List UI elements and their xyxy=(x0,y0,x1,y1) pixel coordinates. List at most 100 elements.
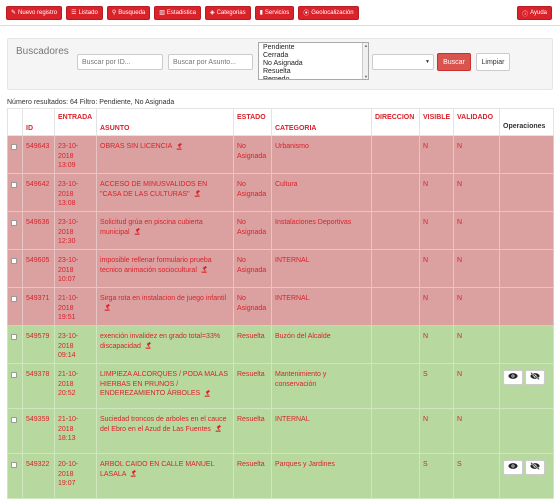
header-validado[interactable]: VALIDADO xyxy=(453,108,500,136)
estado-multiselect[interactable]: PendienteCerradaNo AsignadaResueltaRemed… xyxy=(258,42,369,80)
header-entrada[interactable]: ENTRADA xyxy=(54,108,97,136)
nav-button-5[interactable]: ▮ Servicios xyxy=(254,5,295,20)
view-button[interactable] xyxy=(503,460,523,475)
cell-id[interactable]: 549378 xyxy=(22,363,55,409)
cell-id[interactable]: 549636 xyxy=(22,211,55,250)
cell-categoria: Instalaciones Deportivas xyxy=(271,211,372,250)
header-categoria[interactable]: CATEGORIA xyxy=(271,108,372,136)
header-asunto[interactable]: ASUNTO xyxy=(96,108,234,136)
nav-button-6[interactable]: ⦿ Geolocalización xyxy=(298,5,359,20)
entrada-date: 23-10- xyxy=(58,333,79,340)
row-checkbox[interactable] xyxy=(11,144,17,150)
cell-asunto[interactable]: Sirga rota en instalacion de juego infan… xyxy=(96,287,234,326)
estado-option[interactable]: Cerrada xyxy=(263,52,368,60)
cell-asunto[interactable]: imposible rellenar formulario prueba tec… xyxy=(96,249,234,288)
cell-categoria: Cultura xyxy=(271,173,372,212)
table-row[interactable]: 549636 23-10- 2018 12:30 Solicitud grúa en p… xyxy=(7,211,554,250)
cell-id[interactable]: 549642 xyxy=(22,173,55,212)
header-id[interactable]: ID xyxy=(22,108,55,136)
eye-slash-icon xyxy=(530,371,540,384)
gavel-icon[interactable] xyxy=(126,470,137,478)
nav-button-1[interactable]: ☰ Listado xyxy=(66,5,103,20)
estado-option[interactable]: Resuelta xyxy=(263,68,368,76)
gavel-icon[interactable] xyxy=(211,425,222,433)
row-checkbox[interactable] xyxy=(11,372,17,378)
asunto-text[interactable]: Solicitud grúa en piscina cubierta munic… xyxy=(100,219,203,236)
entrada-year: 2018 xyxy=(58,304,74,312)
cell-asunto[interactable]: Solicitud grúa en piscina cubierta munic… xyxy=(96,211,234,250)
row-checkbox-cell xyxy=(7,249,23,288)
nav-button-2[interactable]: ⚲ Busqueda xyxy=(106,5,151,20)
gavel-icon[interactable] xyxy=(197,266,208,274)
table-row[interactable]: 549579 23-10- 2018 09:14 exención invalidez … xyxy=(7,325,554,364)
cell-id[interactable]: 549579 xyxy=(22,325,55,364)
view-button[interactable] xyxy=(503,370,523,385)
hide-button[interactable] xyxy=(525,370,545,385)
header-estado[interactable]: ESTADO xyxy=(233,108,272,136)
gavel-icon[interactable] xyxy=(141,342,152,350)
table-row[interactable]: 549322 20-10- 2018 19:07 ARBOL CAIDO EN CALL… xyxy=(7,453,554,499)
row-checkbox[interactable] xyxy=(11,296,17,302)
cell-categoria: INTERNAL xyxy=(271,287,372,326)
estado-option[interactable]: Remedo xyxy=(263,76,368,79)
nav-button-4[interactable]: ◈ Categorias xyxy=(204,5,251,20)
table-row[interactable]: 549378 21-10- 2018 20:52 LIMPIEZA ALCORQUES … xyxy=(7,363,554,409)
entrada-date: 21-10- xyxy=(58,371,79,378)
gavel-icon[interactable] xyxy=(190,190,201,198)
cell-asunto[interactable]: ARBOL CAIDO EN CALLE MANUEL LASALA xyxy=(96,453,234,499)
estado-option[interactable]: No Asignada xyxy=(263,60,368,68)
buscar-button[interactable]: Buscar xyxy=(437,53,471,71)
asunto-text[interactable]: Sirga rota en instalacion de juego infan… xyxy=(100,295,226,302)
asunto-text[interactable]: OBRAS SIN LICENCIA xyxy=(100,143,172,150)
table-row[interactable]: 549359 21-10- 2018 18:13 Suciedad troncos de… xyxy=(7,408,554,454)
table-row[interactable]: 549643 23-10- 2018 13:09 OBRAS SIN LICENCIA N… xyxy=(7,135,554,174)
gavel-icon[interactable] xyxy=(130,228,141,236)
nav-button-0[interactable]: ✎ Nuevo registro xyxy=(6,5,63,20)
entrada-year: 2018 xyxy=(58,266,74,274)
cell-asunto[interactable]: OBRAS SIN LICENCIA xyxy=(96,135,234,174)
cell-id[interactable]: 549322 xyxy=(22,453,55,499)
row-checkbox[interactable] xyxy=(11,182,17,188)
row-checkbox[interactable] xyxy=(11,220,17,226)
search-asunto-input[interactable] xyxy=(168,54,253,70)
entrada-time: 13:08 xyxy=(58,200,76,207)
table-row[interactable]: 549605 23-10- 2018 10:07 imposible rellenar … xyxy=(7,249,554,288)
limpiar-button[interactable]: Limpiar xyxy=(476,53,510,71)
hide-button[interactable] xyxy=(525,460,545,475)
entrada-year: 2018 xyxy=(58,470,74,478)
cell-id[interactable]: 549643 xyxy=(22,135,55,174)
search-id-input[interactable] xyxy=(77,54,163,70)
row-checkbox[interactable] xyxy=(11,462,17,468)
category-select[interactable]: ▼ xyxy=(372,54,434,70)
gavel-icon[interactable] xyxy=(172,142,183,150)
entrada-year: 2018 xyxy=(58,342,74,350)
cell-asunto[interactable]: exención invalidez en grado total=33% di… xyxy=(96,325,234,364)
nav-button-3[interactable]: ▥ Estadistica xyxy=(154,5,201,20)
cell-id[interactable]: 549371 xyxy=(22,287,55,326)
cell-id[interactable]: 549359 xyxy=(22,408,55,454)
header-visible[interactable]: VISIBLE xyxy=(419,108,454,136)
estado-option[interactable]: Pendiente xyxy=(263,44,368,52)
row-checkbox[interactable] xyxy=(11,334,17,340)
cell-asunto[interactable]: ACCESO DE MINUSVALIDOS EN "CASA DE LAS C… xyxy=(96,173,234,212)
nav-button-label: Estadistica xyxy=(166,9,196,16)
cell-asunto[interactable]: LIMPIEZA ALCORQUES / PODA MALAS HIERBAS … xyxy=(96,363,234,409)
row-checkbox[interactable] xyxy=(11,258,17,264)
gavel-icon[interactable] xyxy=(100,304,111,312)
multiselect-scrollbar[interactable] xyxy=(362,43,368,79)
cell-entrada: 23-10- 2018 10:07 xyxy=(54,249,97,288)
asunto-text[interactable]: Suciedad troncos de arboles en el cauce … xyxy=(100,416,226,433)
gavel-icon[interactable] xyxy=(200,389,211,397)
header-direccion[interactable]: DIRECCION xyxy=(371,108,420,136)
chevron-down-icon: ▼ xyxy=(425,59,430,65)
help-button[interactable]: ⓘ Ayuda xyxy=(517,6,552,20)
table-row[interactable]: 549371 21-10- 2018 19:51 Sirga rota en insta… xyxy=(7,287,554,326)
row-checkbox[interactable] xyxy=(11,417,17,423)
asunto-text[interactable]: ARBOL CAIDO EN CALLE MANUEL LASALA xyxy=(100,461,214,478)
table-row[interactable]: 549642 23-10- 2018 13:08 ACCESO DE MINUSVALI… xyxy=(7,173,554,212)
cell-visible: N xyxy=(419,211,454,250)
asunto-text[interactable]: exención invalidez en grado total=33% di… xyxy=(100,333,220,350)
cell-id[interactable]: 549605 xyxy=(22,249,55,288)
asunto-text[interactable]: imposible rellenar formulario prueba tec… xyxy=(100,257,212,274)
cell-asunto[interactable]: Suciedad troncos de arboles en el cauce … xyxy=(96,408,234,454)
